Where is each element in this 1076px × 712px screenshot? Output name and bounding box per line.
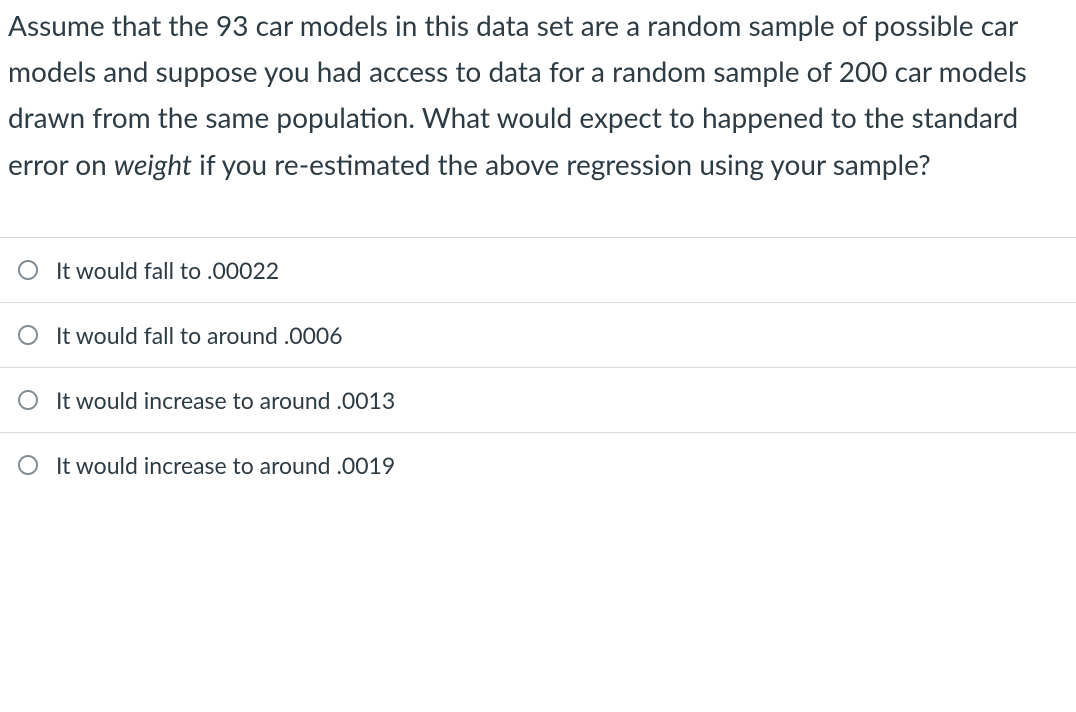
option-label: It would increase to around .0019: [56, 451, 395, 479]
answer-options: It would fall to .00022 It would fall to…: [0, 207, 1076, 497]
question-prompt: Assume that the 93 car models in this da…: [0, 0, 1076, 207]
radio-icon: [18, 390, 38, 410]
option-label: It would increase to around .0013: [56, 386, 395, 414]
option-label: It would fall to around .0006: [56, 321, 343, 349]
answer-option-1[interactable]: It would fall to .00022: [0, 237, 1076, 302]
answer-option-2[interactable]: It would fall to around .0006: [0, 302, 1076, 367]
question-text-part2: if you re-estimated the above regression…: [192, 147, 931, 181]
answer-option-3[interactable]: It would increase to around .0013: [0, 367, 1076, 432]
question-italic-term: weight: [114, 147, 192, 181]
radio-icon: [18, 455, 38, 475]
option-label: It would fall to .00022: [56, 256, 279, 284]
radio-icon: [18, 325, 38, 345]
radio-icon: [18, 260, 38, 280]
answer-option-4[interactable]: It would increase to around .0019: [0, 432, 1076, 497]
